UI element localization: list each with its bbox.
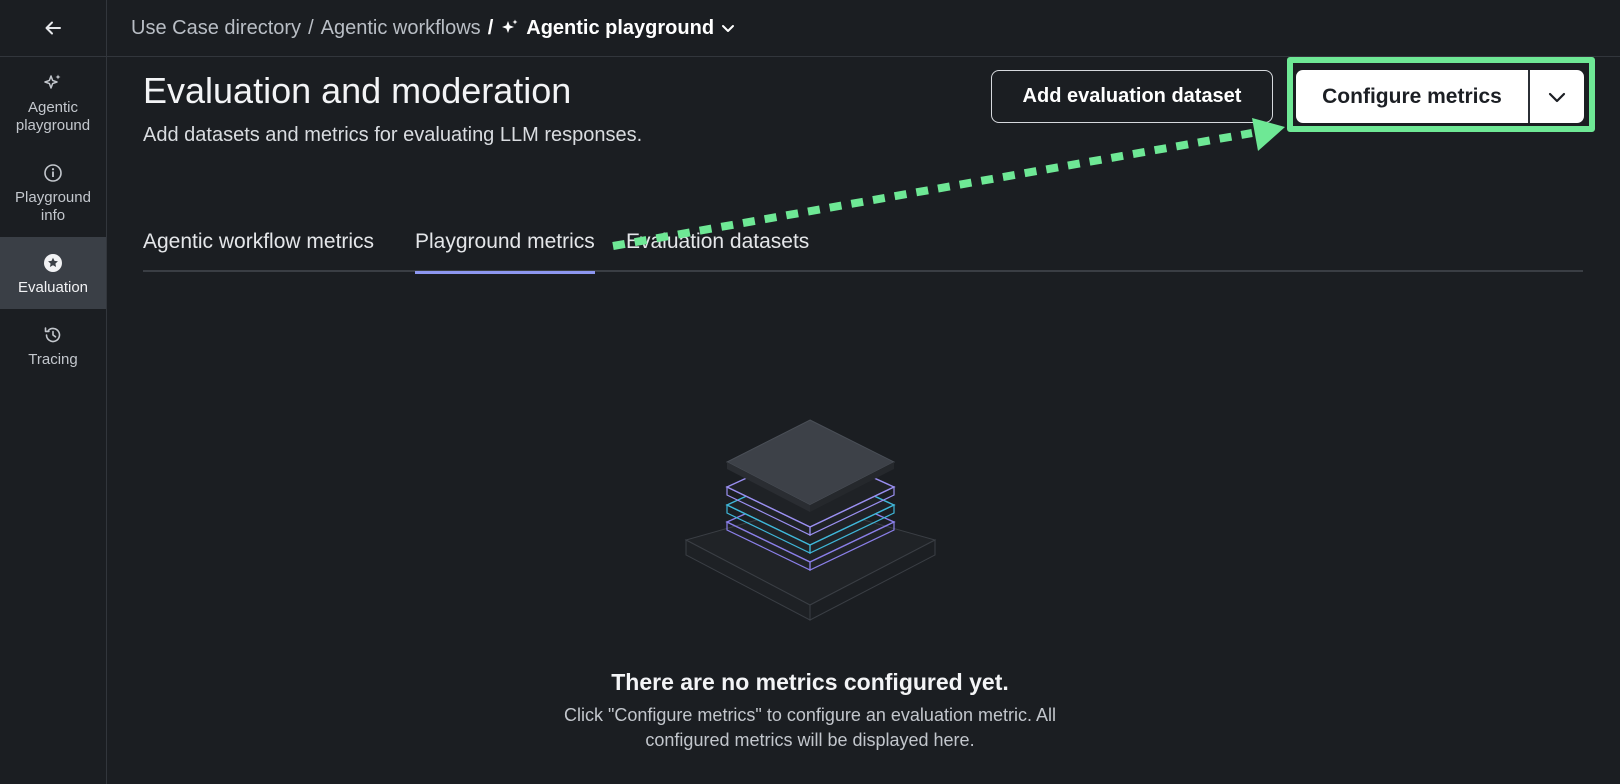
info-icon: [44, 164, 62, 182]
sidebar-item-evaluation[interactable]: Evaluation: [0, 237, 106, 309]
breadcrumb-separator: /: [308, 16, 314, 39]
tab-playground-metrics[interactable]: Playground metrics: [415, 230, 595, 274]
page-title: Evaluation and moderation: [143, 70, 572, 111]
sidebar-item-label: Agentic playground: [15, 99, 91, 134]
breadcrumb-current-label: Agentic playground: [526, 16, 715, 39]
empty-state-title: There are no metrics configured yet.: [611, 669, 1009, 695]
arrow-left-icon: [45, 21, 61, 35]
configure-metrics-menu-button[interactable]: [1530, 70, 1584, 123]
breadcrumb-agentic-workflows[interactable]: Agentic workflows: [321, 17, 481, 40]
page-subtitle: Add datasets and metrics for evaluating …: [143, 124, 643, 146]
sidebar-item-label: Evaluation: [17, 279, 89, 296]
star-badge-icon: [44, 254, 62, 272]
empty-state-description: Click "Configure metrics" to configure a…: [564, 705, 1056, 750]
chevron-down-icon: [1548, 92, 1566, 102]
sidebar-item-playground-info[interactable]: Playground info: [0, 147, 106, 237]
configure-metrics-button[interactable]: Configure metrics: [1296, 70, 1528, 123]
sidebar-item-agentic-playground[interactable]: Agentic playground: [0, 57, 106, 147]
tab-evaluation-datasets[interactable]: Evaluation datasets: [626, 230, 809, 272]
sidebar-item-label: Playground info: [15, 189, 91, 224]
tab-agentic-workflow-metrics[interactable]: Agentic workflow metrics: [143, 230, 374, 272]
sidebar-item-tracing[interactable]: Tracing: [0, 309, 106, 381]
sidebar: Agentic playground Playground info Evalu…: [0, 0, 107, 784]
empty-state-illustration: [684, 419, 937, 621]
breadcrumb-current-dropdown[interactable]: Agentic playground: [500, 17, 736, 40]
sidebar-item-label: Tracing: [28, 351, 78, 368]
breadcrumb-use-case-directory[interactable]: Use Case directory: [131, 17, 301, 40]
history-icon: [44, 327, 61, 343]
back-button[interactable]: [0, 0, 106, 57]
sparkles-icon: [44, 74, 61, 89]
sparkles-icon: [502, 19, 518, 33]
configure-metrics-split-button: Configure metrics: [1296, 70, 1584, 123]
metrics-tabs: Agentic workflow metrics Playground metr…: [143, 230, 1583, 274]
breadcrumb-separator: /: [487, 16, 494, 39]
chevron-down-icon: [722, 25, 735, 32]
breadcrumb: Use Case directory / Agentic workflows /…: [107, 0, 1620, 57]
add-evaluation-dataset-button[interactable]: Add evaluation dataset: [991, 70, 1273, 123]
